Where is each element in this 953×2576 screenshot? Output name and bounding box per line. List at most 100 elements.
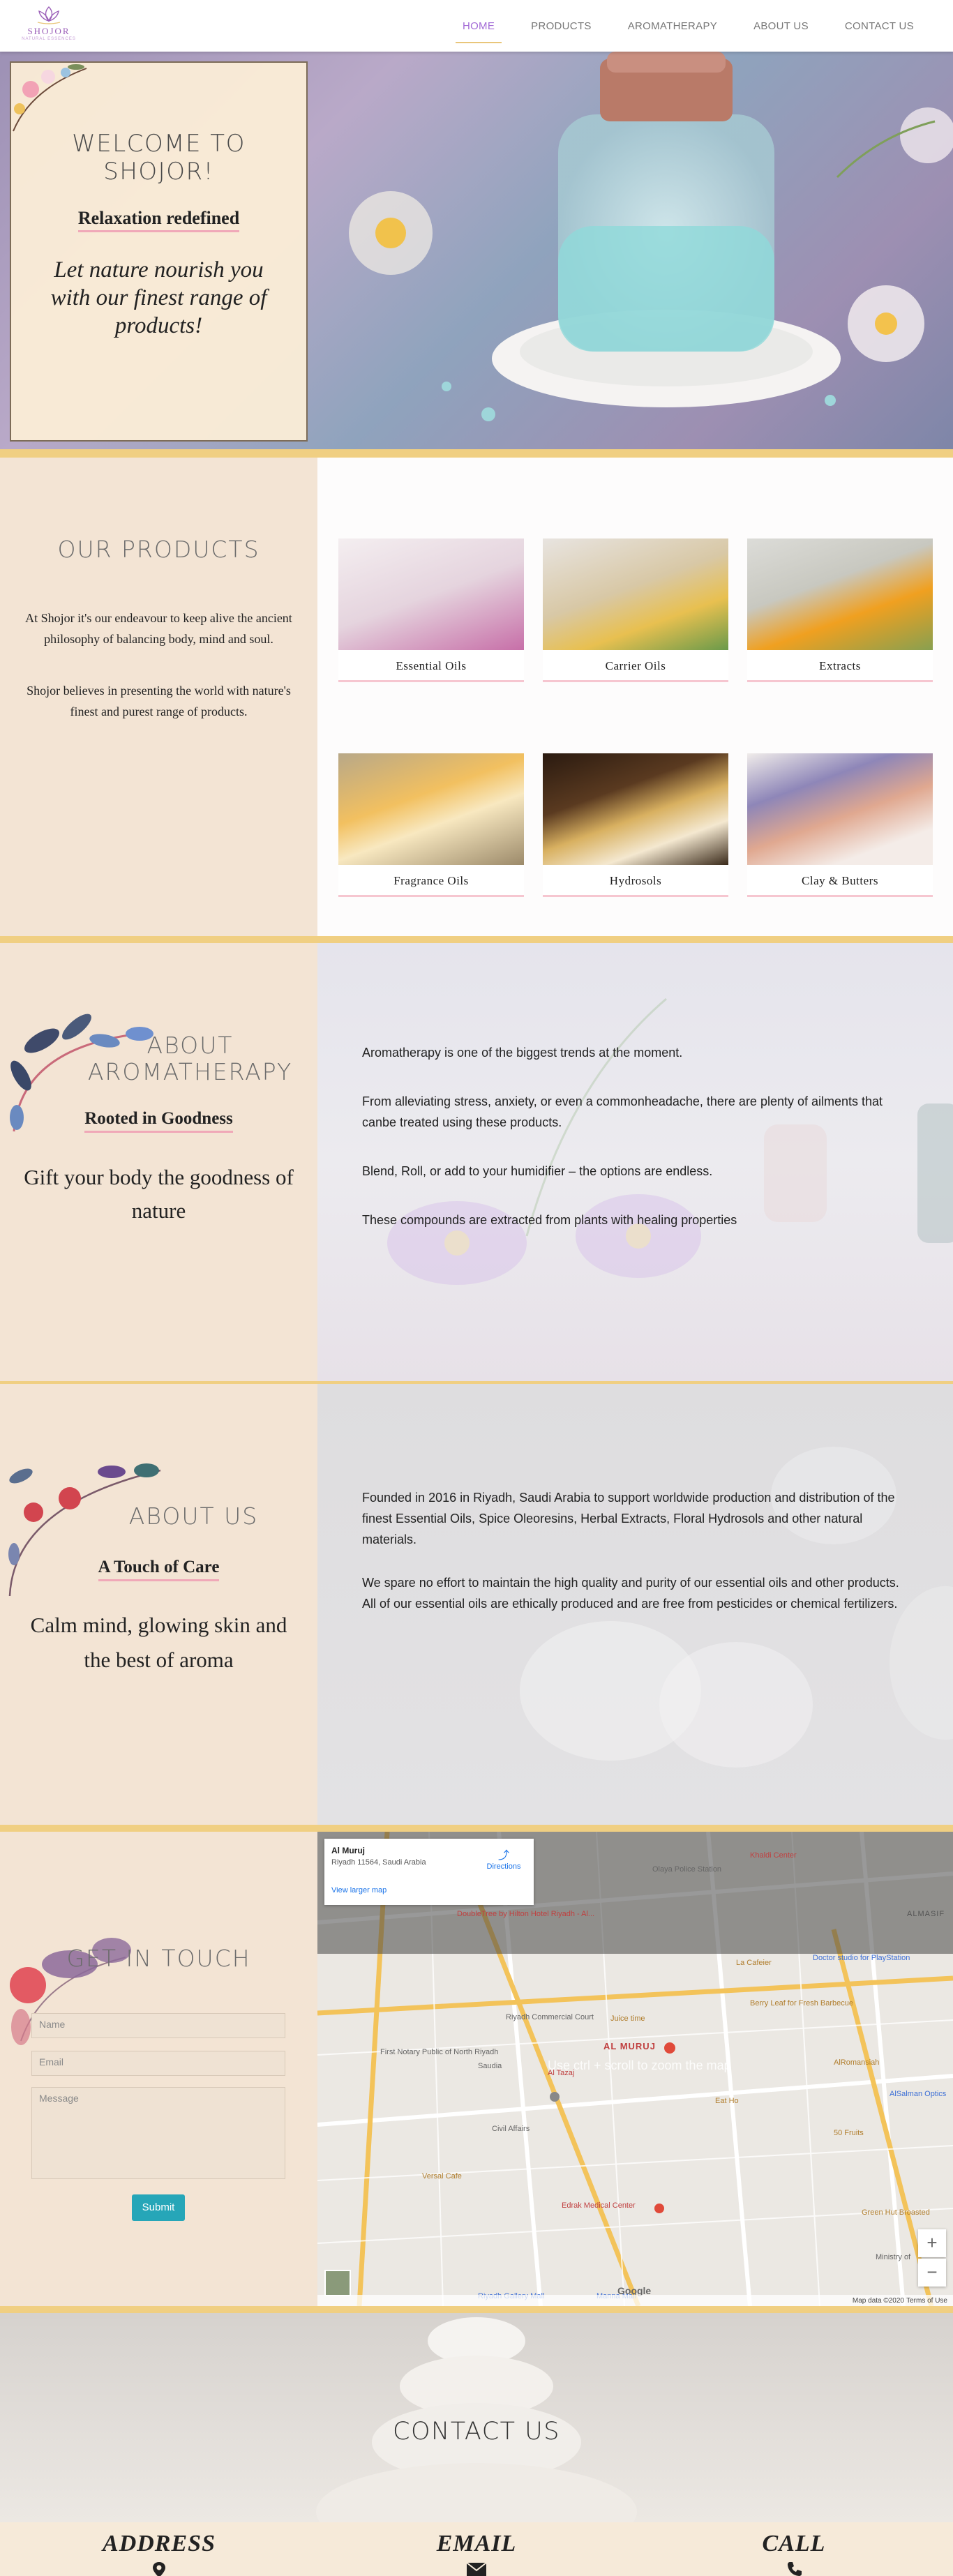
fragrance-oils-image bbox=[338, 753, 524, 865]
map-poi[interactable]: AlRomansiah bbox=[834, 2058, 879, 2067]
brand-tagline: NATURAL ESSENCES bbox=[22, 37, 76, 41]
floral-corner-icon bbox=[13, 64, 87, 132]
aromatherapy-tagline: Gift your body the goodness of nature bbox=[24, 1165, 294, 1223]
products-para-1: At Shojor it's our endeavour to keep ali… bbox=[25, 611, 292, 646]
product-card-extracts[interactable]: Extracts bbox=[747, 538, 933, 682]
phone-icon bbox=[788, 2562, 802, 2576]
about-para-2: We spare no effort to maintain the high … bbox=[362, 1576, 899, 1611]
aromatherapy-para-3: Blend, Roll, or add to your humidifier –… bbox=[362, 1164, 713, 1178]
map-poi[interactable]: DoubleTree by Hilton Hotel Riyadh - Al..… bbox=[457, 1910, 594, 1918]
map-place-name: Al Muruj bbox=[331, 1846, 365, 1855]
product-card-essential-oils[interactable]: Essential Oils bbox=[338, 538, 524, 682]
map-poi[interactable]: Berry Leaf for Fresh Barbecue bbox=[750, 1999, 853, 2008]
aromatherapy-intro: ABOUT AROMATHERAPY Rooted in Goodness Gi… bbox=[0, 943, 317, 1381]
floral-bouquet-icon bbox=[10, 1938, 131, 2045]
name-field[interactable]: Name bbox=[31, 2013, 285, 2038]
email-field[interactable]: Email bbox=[31, 2051, 285, 2076]
product-label: Hydrosols bbox=[543, 865, 728, 897]
hero-subtitle: Relaxation redefined bbox=[77, 208, 240, 232]
map-poi[interactable]: Edrak Medical Center bbox=[562, 2201, 636, 2210]
divider bbox=[0, 936, 953, 943]
map-poi[interactable]: Saudia bbox=[478, 2062, 502, 2070]
product-card-clay-butters[interactable]: Clay & Butters bbox=[747, 753, 933, 897]
map-scroll-hint: Use ctrl + scroll to zoom the map bbox=[548, 2058, 731, 2072]
contact-banner: CONTACT US bbox=[0, 2313, 953, 2522]
footer-email: EMAIL bbox=[372, 2531, 581, 2576]
extracts-image bbox=[747, 538, 933, 650]
lotus-icon bbox=[37, 6, 61, 24]
map-poi[interactable]: Riyadh Commercial Court bbox=[506, 2013, 594, 2021]
map-district-label: AL MURUJ bbox=[603, 2041, 656, 2051]
products-grid: Essential Oils Carrier Oils Extracts Fra… bbox=[317, 458, 953, 936]
map-poi[interactable]: Doctor studio for PlayStation bbox=[813, 1954, 910, 1962]
map-zoom-in-button[interactable]: + bbox=[918, 2229, 946, 2257]
location-map[interactable]: Al Muruj Riyadh 11564, Saudi Arabia ⤴ Di… bbox=[317, 1832, 953, 2306]
top-nav: SHOJOR NATURAL ESSENCES HOME PRODUCTS AR… bbox=[0, 0, 953, 52]
map-poi[interactable]: Versal Cafe bbox=[422, 2172, 462, 2180]
map-place-card: Al Muruj Riyadh 11564, Saudi Arabia ⤴ Di… bbox=[324, 1839, 534, 1905]
envelope-icon bbox=[466, 2562, 487, 2576]
product-card-fragrance-oils[interactable]: Fragrance Oils bbox=[338, 753, 524, 897]
map-zoom-out-button[interactable]: − bbox=[918, 2259, 946, 2287]
footer-call-label: CALL bbox=[762, 2531, 826, 2556]
map-poi[interactable]: Civil Affairs bbox=[492, 2125, 530, 2133]
product-label: Carrier Oils bbox=[543, 650, 728, 682]
nav-aromatherapy[interactable]: AROMATHERAPY bbox=[610, 0, 735, 52]
map-address: Riyadh 11564, Saudi Arabia bbox=[331, 1858, 426, 1867]
aromatherapy-para-4: These compounds are extracted from plant… bbox=[362, 1213, 737, 1227]
contact-footer: ADDRESS EMAIL CALL bbox=[0, 2522, 953, 2576]
hero-title-line2: SHOJOR! bbox=[103, 158, 214, 186]
floral-branch-icon bbox=[10, 1014, 153, 1132]
nav-products[interactable]: PRODUCTS bbox=[513, 0, 610, 52]
map-terms-link[interactable]: Terms of Use bbox=[906, 2297, 947, 2305]
map-poi[interactable]: First Notary Public of North Riyadh bbox=[380, 2048, 498, 2056]
hero-text: Let nature nourish you with our finest r… bbox=[50, 257, 267, 338]
about-intro: ABOUT US A Touch of Care Calm mind, glow… bbox=[0, 1384, 317, 1825]
nav-about-us[interactable]: ABOUT US bbox=[735, 0, 827, 52]
directions-link[interactable]: ⤴ Directions bbox=[486, 1846, 521, 1871]
map-poi[interactable]: La Cafeier bbox=[736, 1959, 772, 1967]
product-card-hydrosols[interactable]: Hydrosols bbox=[543, 753, 728, 897]
map-satellite-toggle[interactable] bbox=[324, 2270, 351, 2296]
map-poi[interactable]: 50 Fruits bbox=[834, 2129, 864, 2137]
submit-button[interactable]: Submit bbox=[132, 2194, 185, 2221]
divider bbox=[0, 2306, 953, 2313]
contact-form-section: GET IN TOUCH Name Email Message Submit bbox=[0, 1832, 317, 2306]
nav-contact-us[interactable]: CONTACT US bbox=[827, 0, 932, 52]
map-poi[interactable]: Al Tazaj bbox=[548, 2069, 574, 2077]
map-poi[interactable]: AlSalman Optics bbox=[890, 2090, 946, 2098]
footer-call: CALL bbox=[689, 2531, 899, 2576]
product-card-carrier-oils[interactable]: Carrier Oils bbox=[543, 538, 728, 682]
divider bbox=[0, 1825, 953, 1832]
aromatherapy-content: Aromatherapy is one of the biggest trend… bbox=[317, 943, 953, 1381]
view-larger-map-link[interactable]: View larger map bbox=[331, 1886, 387, 1895]
contact-form-title: GET IN TOUCH bbox=[66, 1945, 251, 1972]
aromatherapy-para-1: Aromatherapy is one of the biggest trend… bbox=[362, 1046, 683, 1060]
directions-label: Directions bbox=[486, 1862, 521, 1871]
map-poi[interactable]: Olaya Police Station bbox=[652, 1865, 721, 1874]
map-poi[interactable]: Eat Ho bbox=[715, 2097, 739, 2105]
carrier-oils-image bbox=[543, 538, 728, 650]
clay-butters-image bbox=[747, 753, 933, 865]
map-poi[interactable]: Ministry of bbox=[876, 2253, 910, 2261]
map-poi[interactable]: Green Hut Broasted bbox=[862, 2208, 930, 2217]
essential-oils-image bbox=[338, 538, 524, 650]
products-para-2: Shojor believes in presenting the world … bbox=[27, 684, 291, 718]
map-poi[interactable]: Juice time bbox=[610, 2014, 645, 2023]
footer-address-label: ADDRESS bbox=[103, 2531, 216, 2556]
map-poi[interactable]: Khaldi Center bbox=[750, 1851, 797, 1860]
message-field[interactable]: Message bbox=[31, 2087, 285, 2179]
nav-home[interactable]: HOME bbox=[444, 0, 513, 52]
main-menu: HOME PRODUCTS AROMATHERAPY ABOUT US CONT… bbox=[444, 0, 932, 52]
product-label: Extracts bbox=[747, 650, 933, 682]
map-attribution: Map data ©2020 bbox=[852, 2297, 904, 2305]
product-label: Clay & Butters bbox=[747, 865, 933, 897]
footer-address: ADDRESS bbox=[54, 2531, 264, 2576]
aromatherapy-para-2: From alleviating stress, anxiety, or eve… bbox=[362, 1094, 883, 1129]
footer-email-label: EMAIL bbox=[436, 2531, 517, 2556]
hero-banner: WELCOME TO SHOJOR! Relaxation redefined … bbox=[0, 52, 953, 449]
rose-branch-icon bbox=[8, 1463, 161, 1597]
brand-logo[interactable]: SHOJOR NATURAL ESSENCES bbox=[21, 4, 77, 47]
brand-name: SHOJOR bbox=[27, 26, 70, 36]
map-district-label-2: ALMASIF bbox=[907, 1910, 945, 1918]
